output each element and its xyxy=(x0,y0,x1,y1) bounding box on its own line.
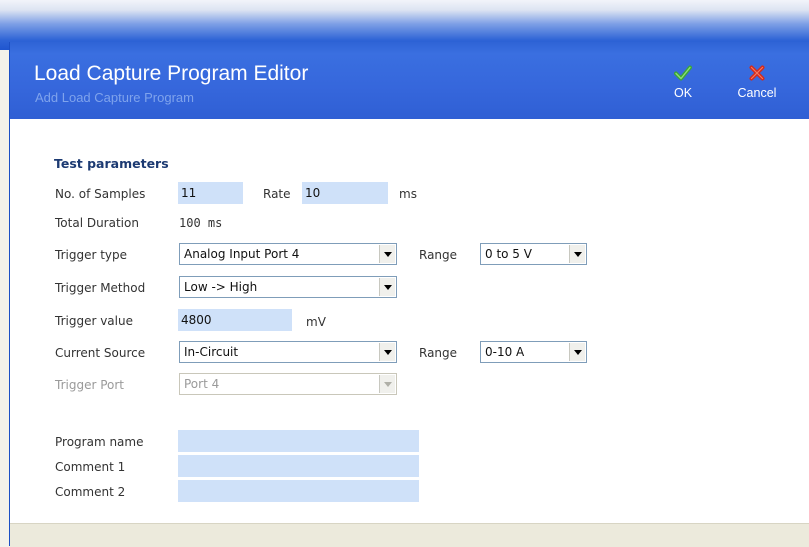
window-footer xyxy=(10,523,809,547)
trigger-method-label: Trigger Method xyxy=(55,281,146,295)
comment1-label: Comment 1 xyxy=(55,460,126,474)
chevron-down-icon xyxy=(379,375,395,393)
samples-label: No. of Samples xyxy=(55,187,146,201)
comment2-label: Comment 2 xyxy=(55,485,126,499)
chevron-down-icon[interactable] xyxy=(569,245,585,263)
trigger-method-value: Low -> High xyxy=(184,280,258,294)
trigger-method-select[interactable]: Low -> High xyxy=(179,276,397,298)
total-duration-label: Total Duration xyxy=(55,216,139,230)
trigger-port-label: Trigger Port xyxy=(55,378,124,392)
current-range-value: 0-10 A xyxy=(485,345,525,359)
trigger-range-value: 0 to 5 V xyxy=(485,247,532,261)
editor-window: Load Capture Program Editor Add Load Cap… xyxy=(9,42,809,547)
section-heading-test-parameters: Test parameters xyxy=(54,156,169,171)
trigger-port-value: Port 4 xyxy=(184,377,220,391)
current-range-select[interactable]: 0-10 A xyxy=(480,341,587,363)
window-header: Load Capture Program Editor Add Load Cap… xyxy=(10,42,809,119)
trigger-range-select[interactable]: 0 to 5 V xyxy=(480,243,587,265)
close-icon xyxy=(729,64,785,86)
ok-button[interactable]: OK xyxy=(668,64,698,100)
rate-input[interactable] xyxy=(302,182,388,204)
cancel-button[interactable]: Cancel xyxy=(729,64,785,100)
trigger-type-select[interactable]: Analog Input Port 4 xyxy=(179,243,397,265)
trigger-port-select: Port 4 xyxy=(179,373,397,395)
chevron-down-icon[interactable] xyxy=(379,245,395,263)
trigger-value-input[interactable] xyxy=(178,309,292,331)
comment1-input[interactable] xyxy=(178,455,419,477)
total-duration-value: 100 ms xyxy=(179,216,223,230)
cancel-label: Cancel xyxy=(737,86,777,100)
comment2-input[interactable] xyxy=(178,480,419,502)
rate-unit: ms xyxy=(399,187,417,201)
chevron-down-icon[interactable] xyxy=(379,278,395,296)
current-range-label: Range xyxy=(419,346,458,360)
current-source-value: In-Circuit xyxy=(184,345,239,359)
trigger-type-label: Trigger type xyxy=(55,248,128,262)
trigger-range-label: Range xyxy=(419,248,458,262)
form-content: Test parameters No. of Samples Rate ms T… xyxy=(10,119,809,511)
chevron-down-icon[interactable] xyxy=(379,343,395,361)
checkmark-icon xyxy=(668,64,698,86)
chevron-down-icon[interactable] xyxy=(569,343,585,361)
current-source-label: Current Source xyxy=(55,346,146,360)
window-title: Load Capture Program Editor xyxy=(34,62,309,85)
program-name-label: Program name xyxy=(55,435,144,449)
trigger-type-value: Analog Input Port 4 xyxy=(184,247,300,261)
program-name-input[interactable] xyxy=(178,430,419,452)
rate-label: Rate xyxy=(263,187,291,201)
trigger-value-label: Trigger value xyxy=(55,314,133,328)
window-subtitle: Add Load Capture Program xyxy=(35,90,194,105)
current-source-select[interactable]: In-Circuit xyxy=(179,341,397,363)
samples-input[interactable] xyxy=(178,182,243,204)
trigger-value-unit: mV xyxy=(306,315,326,329)
ok-label: OK xyxy=(673,86,693,100)
